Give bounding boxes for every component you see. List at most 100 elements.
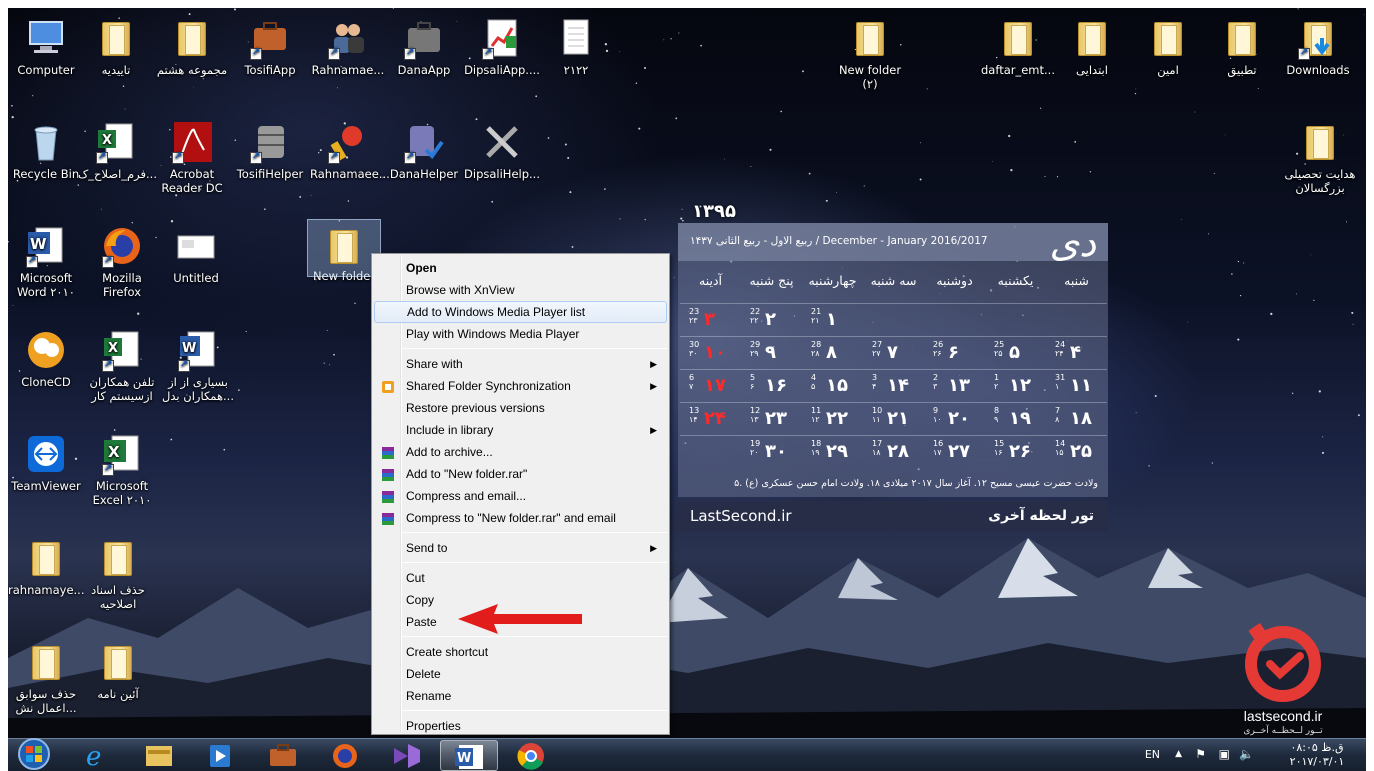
menu-item-open[interactable]: Open <box>374 257 667 279</box>
calendar-day-cell: 25 ۲۵ ۵ <box>985 336 1046 368</box>
menu-item-shared-folder-synchronization[interactable]: Shared Folder Synchronization ▶ <box>374 375 667 397</box>
lastsecond-tagline: تــور لــحظــه آخــری <box>1243 726 1323 736</box>
app-shortcut-icon[interactable]: DanaApp <box>386 16 462 77</box>
calendar-secondary-dates: 10 ۱۱ <box>872 406 882 424</box>
folder-desktop-icon[interactable]: rahnamaye... <box>8 536 85 597</box>
menu-item-send-to[interactable]: Send to ▶ <box>374 537 667 559</box>
calendar-day-number: ۱۵ <box>826 375 848 396</box>
menu-item-cut[interactable]: Cut <box>374 567 667 589</box>
folder-desktop-icon[interactable]: هدایت تحصیلی بزرگسالان <box>1280 120 1360 195</box>
start-button[interactable] <box>12 737 56 771</box>
recycle-bin-icon <box>24 120 68 164</box>
taskbar-file-explorer[interactable] <box>130 740 188 771</box>
gregorian-date: 17 <box>872 439 883 448</box>
desktop[interactable]: Computer تاييديه مجموعه هشتم TosifiApp R… <box>8 8 1366 738</box>
menu-item-add-to-archive[interactable]: Add to archive... <box>374 441 667 463</box>
calendar-day-number: ۵ <box>1009 342 1020 363</box>
hijri-date: ۱۴ <box>689 415 698 424</box>
folder-desktop-icon[interactable]: حذف اسناد اصلاحیه <box>80 536 156 611</box>
taskbar-word[interactable]: W <box>440 740 498 771</box>
taskbar-visual-studio[interactable] <box>378 740 436 771</box>
calendar-day-number: ۳۰ <box>765 441 787 462</box>
folder-icon <box>307 219 381 277</box>
show-hidden-icons-icon[interactable]: ▲ <box>1175 749 1182 759</box>
computer-icon <box>24 16 68 60</box>
word-icon: W <box>176 328 220 372</box>
excel-desktop-icon[interactable]: X Microsoft Excel ۲۰۱۰ <box>84 432 160 507</box>
calendar-secondary-dates: 12 ۱۳ <box>750 406 760 424</box>
taskbar-firefox[interactable] <box>316 740 374 771</box>
star <box>1074 141 1077 143</box>
teamviewer-desktop-icon[interactable]: TeamViewer <box>8 432 84 493</box>
menu-item-restore-previous-versions[interactable]: Restore previous versions <box>374 397 667 419</box>
taskbar-internet-explorer[interactable]: e <box>68 740 126 771</box>
clock-date: ۲۰۱۷/۰۳/۰۱ <box>1289 755 1345 768</box>
app-shortcut-icon[interactable]: Rahnamaee... <box>310 120 390 181</box>
menu-item-create-shortcut[interactable]: Create shortcut <box>374 641 667 663</box>
desktop-icon-label: Microsoft Excel ۲۰۱۰ <box>92 479 152 507</box>
folder-desktop-icon[interactable]: امین <box>1130 16 1206 77</box>
menu-item-add-to-windows-media-player-list[interactable]: Add to Windows Media Player list <box>374 301 667 323</box>
volume-icon[interactable]: 🔈 <box>1239 747 1254 761</box>
star <box>1257 88 1259 89</box>
menu-item-properties[interactable]: Properties <box>374 715 667 737</box>
calendar-day-number: ۱۷ <box>704 375 726 396</box>
app-shortcut-icon[interactable]: TosifiHelper <box>232 120 308 181</box>
menu-item-delete[interactable]: Delete <box>374 663 667 685</box>
menu-item-share-with[interactable]: Share with ▶ <box>374 353 667 375</box>
folder-desktop-icon[interactable]: تاييديه <box>78 16 154 77</box>
folder-desktop-icon[interactable]: تطبیق <box>1204 16 1280 77</box>
taskbar-briefcase-app[interactable] <box>254 740 312 771</box>
app-shortcut-icon[interactable]: Rahnamae... <box>310 16 386 77</box>
folder-desktop-icon[interactable]: daftar_emt... <box>980 16 1056 77</box>
taskbar-media-player[interactable] <box>192 740 250 771</box>
star <box>802 70 804 73</box>
computer-desktop-icon[interactable]: Computer <box>8 16 84 77</box>
app-shortcut-icon[interactable]: DipsaliApp.... <box>464 16 540 77</box>
word-desktop-icon[interactable]: W Microsoft Word ۲۰۱۰ <box>8 224 84 299</box>
menu-item-label: Properties <box>406 719 461 733</box>
hijri-date: ۱۵ <box>1055 448 1064 457</box>
clonecd-desktop-icon[interactable]: CloneCD <box>8 328 84 389</box>
taskbar-chrome[interactable] <box>502 740 560 771</box>
text-file-desktop-icon[interactable]: ۲۱۲۲ <box>538 16 614 77</box>
lastsecond-clock-icon <box>1245 622 1321 702</box>
image-file-desktop-icon[interactable]: Untitled <box>158 224 234 285</box>
menu-item-compress-to-new-folder-rar-and-email[interactable]: Compress to "New folder.rar" and email <box>374 507 667 529</box>
folder-desktop-icon[interactable]: ابتدایی <box>1054 16 1130 77</box>
menu-item-compress-and-email[interactable]: Compress and email... <box>374 485 667 507</box>
word-file-desktop-icon[interactable]: W بسیاری از از همکاران بدل... <box>160 328 236 403</box>
folder-desktop-icon[interactable]: New folder (۲) <box>832 16 908 91</box>
menu-item-browse-with-xnview[interactable]: Browse with XnView <box>374 279 667 301</box>
context-menu[interactable]: Open Browse with XnView Add to Windows Med… <box>371 253 670 735</box>
star <box>1224 134 1226 136</box>
star <box>170 220 174 223</box>
downloads-desktop-icon[interactable]: Downloads <box>1280 16 1356 77</box>
network-icon[interactable]: ▣ <box>1219 747 1230 761</box>
recycle-bin-desktop-icon[interactable]: Recycle Bin <box>8 120 84 181</box>
folder-desktop-icon[interactable]: حذف سوابق اعمال نش... <box>8 640 84 715</box>
app-shortcut-icon[interactable]: TosifiApp <box>232 16 308 77</box>
menu-item-label: Add to "New folder.rar" <box>406 467 528 481</box>
menu-item-include-in-library[interactable]: Include in library ▶ <box>374 419 667 441</box>
menu-item-play-with-windows-media-player[interactable]: Play with Windows Media Player <box>374 323 667 345</box>
acrobat-desktop-icon[interactable]: Acrobat Reader DC <box>154 120 230 195</box>
app-shortcut-icon[interactable]: DanaHelper <box>386 120 462 181</box>
calendar-day-cell: 24 ۲۴ ۴ <box>1046 336 1107 368</box>
calendar-site-link[interactable]: LastSecond.ir <box>690 507 792 525</box>
folder-desktop-icon[interactable]: مجموعه هشتم <box>154 16 230 77</box>
language-indicator[interactable]: EN <box>1145 748 1160 761</box>
gregorian-date: 1 <box>994 373 1000 382</box>
desktop-icon-label: DanaApp <box>397 63 451 77</box>
calendar-footer[interactable]: LastSecond.ir تور لحظه آخری <box>678 501 1108 531</box>
excel-file-desktop-icon[interactable]: X تلفن همکاران ازسیستم کار <box>84 328 160 403</box>
folder-desktop-icon[interactable]: آئين نامه <box>80 640 156 701</box>
menu-item-add-to-new-folder-rar[interactable]: Add to "New folder.rar" <box>374 463 667 485</box>
menu-item-label: Open <box>406 261 437 275</box>
menu-item-rename[interactable]: Rename <box>374 685 667 707</box>
app-shortcut-icon[interactable]: DipsaliHelp... <box>464 120 540 181</box>
excel-file-desktop-icon[interactable]: X فرم_اصلاح_ک... <box>78 120 157 181</box>
action-center-flag-icon[interactable]: ⚑ <box>1195 747 1206 761</box>
clock[interactable]: ق.ظ ۰۸:۰۵ ۲۰۱۷/۰۳/۰۱ <box>1282 741 1352 769</box>
firefox-desktop-icon[interactable]: Mozilla Firefox <box>84 224 160 299</box>
